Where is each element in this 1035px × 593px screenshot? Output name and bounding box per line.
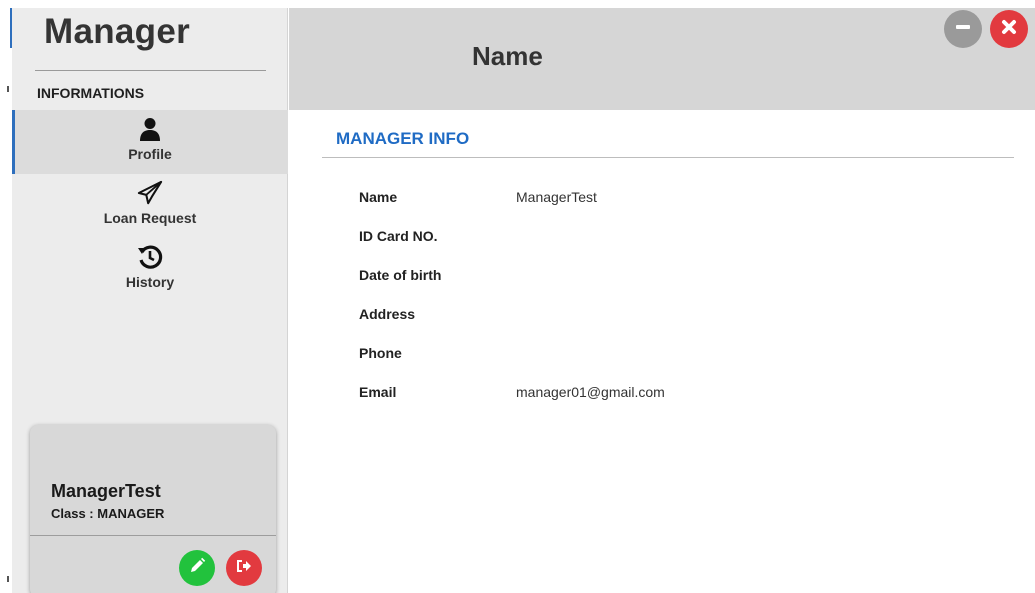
sidebar-item-loan-request[interactable]: Loan Request [12, 174, 288, 238]
history-icon [137, 244, 163, 270]
info-label: Phone [359, 345, 402, 361]
minimize-icon [954, 18, 972, 41]
section-label: INFORMATIONS [37, 85, 145, 101]
sidebar-nav: Profile Loan Request History [12, 110, 288, 302]
info-row-phone: Phone [359, 345, 959, 384]
user-card: ManagerTest Class : MANAGER [30, 425, 276, 593]
info-row-id-card: ID Card NO. [359, 228, 959, 267]
edge-tick [7, 576, 9, 582]
minimize-button[interactable] [944, 10, 982, 48]
left-edge-strip [0, 0, 12, 593]
app-window: Manager INFORMATIONS Profile Loan Reques… [0, 0, 1035, 593]
info-label: Date of birth [359, 267, 442, 283]
paper-plane-icon [137, 180, 163, 206]
app-brand: Manager [44, 12, 191, 51]
info-row-name: Name ManagerTest [359, 189, 959, 228]
info-row-email: Email manager01@gmail.com [359, 384, 959, 423]
info-row-address: Address [359, 306, 959, 345]
info-label: Address [359, 306, 416, 322]
sidebar: Manager INFORMATIONS Profile Loan Reques… [12, 8, 288, 593]
logout-button[interactable] [226, 550, 262, 586]
header-bar: Name [289, 8, 1035, 110]
section-heading: MANAGER INFO [336, 129, 470, 148]
info-label: Name [359, 189, 398, 205]
edge-tick [7, 86, 9, 92]
sidebar-item-label: Loan Request [103, 210, 197, 226]
info-value: manager01@gmail.com [516, 384, 665, 400]
pencil-icon [188, 557, 206, 580]
sidebar-item-label: History [125, 274, 175, 290]
info-row-date-of-birth: Date of birth [359, 267, 959, 306]
edit-profile-button[interactable] [179, 550, 215, 586]
close-icon [1000, 18, 1018, 41]
page-title: Name [472, 41, 543, 71]
sidebar-item-label: Profile [128, 146, 172, 162]
sign-out-icon [235, 557, 253, 580]
info-label: Email [359, 384, 397, 400]
sidebar-item-profile[interactable]: Profile [12, 110, 288, 174]
user-class: Class : MANAGER [51, 506, 165, 521]
user-card-divider [30, 535, 276, 536]
close-button[interactable] [990, 10, 1028, 48]
section-divider [322, 157, 1014, 158]
info-value: ManagerTest [516, 189, 597, 205]
sidebar-item-history[interactable]: History [12, 238, 288, 302]
user-name: ManagerTest [51, 481, 161, 501]
brand-divider [35, 70, 266, 71]
main-content: MANAGER INFO Name ManagerTest ID Card NO… [289, 110, 1035, 593]
user-icon [137, 116, 163, 142]
info-table: Name ManagerTest ID Card NO. Date of bir… [359, 189, 959, 423]
info-label: ID Card NO. [359, 228, 438, 244]
